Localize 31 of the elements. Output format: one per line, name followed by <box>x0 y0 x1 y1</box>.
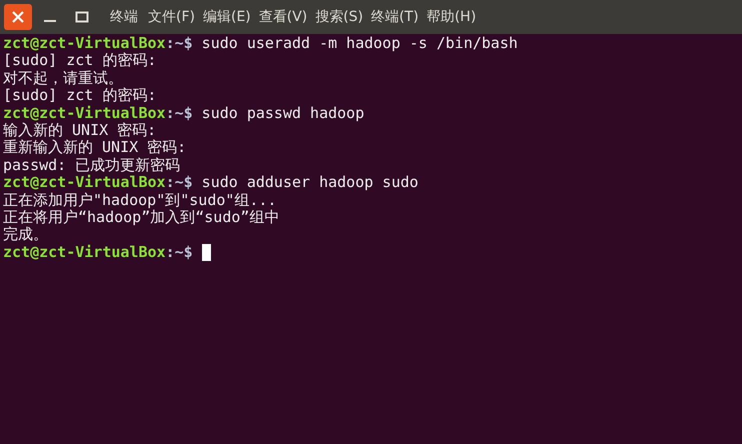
menu-item[interactable]: 编辑(E) <box>202 8 251 26</box>
output-line: 重新输入新的 UNIX 密码: <box>3 139 186 157</box>
command-text: sudo useradd -m hadoop -s /bin/bash <box>200 35 518 52</box>
command-text: sudo adduser hadoop sudo <box>200 174 418 192</box>
output-line: passwd: 已成功更新密码 <box>3 156 180 174</box>
output-line: [sudo] zct 的密码: <box>3 52 156 70</box>
prompt-path: :~$ <box>166 244 193 262</box>
output-line: 正在将用户“hadoop”加入到“sudo”组中 <box>3 208 280 226</box>
prompt-path: :~$ <box>166 174 193 192</box>
command-text: sudo passwd hadoop <box>200 104 364 122</box>
prompt-host: zct@zct-VirtualBox <box>3 35 166 52</box>
minimize-icon <box>44 20 56 22</box>
menu-item[interactable]: 搜索(S) <box>315 8 364 26</box>
output-line: 对不起，请重试。 <box>3 70 123 87</box>
menu-item[interactable]: 文件(F) <box>148 8 195 26</box>
menu-item[interactable]: 查看(V) <box>258 8 308 26</box>
output-line: [sudo] zct 的密码: <box>3 87 156 105</box>
maximize-icon <box>75 10 89 24</box>
menu-item[interactable]: 终端(T) <box>371 8 419 26</box>
prompt-host: zct@zct-VirtualBox <box>3 244 166 262</box>
close-button[interactable] <box>4 4 32 30</box>
output-line: 输入新的 UNIX 密码: <box>3 122 156 139</box>
output-line: 完成。 <box>3 226 48 244</box>
window-title: 终端 <box>110 8 138 26</box>
close-icon <box>11 10 25 24</box>
prompt-host: zct@zct-VirtualBox <box>3 174 166 192</box>
menu-item[interactable]: 帮助(H) <box>426 8 476 26</box>
output-line: 正在添加用户"hadoop"到"sudo"组... <box>3 192 277 209</box>
prompt-host: zct@zct-VirtualBox <box>3 104 166 122</box>
prompt-path: :~$ <box>166 104 193 122</box>
prompt-path: :~$ <box>166 35 193 52</box>
